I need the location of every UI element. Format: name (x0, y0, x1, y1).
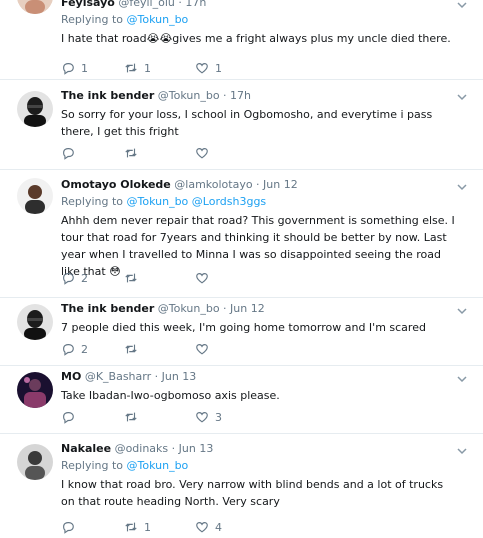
reply-button[interactable]: 2 (61, 270, 88, 286)
replying-to: Replying to @Tokun_bo @Lordsh3ggs (61, 195, 459, 209)
chevron-down-icon[interactable] (457, 374, 467, 384)
heart-icon (196, 522, 208, 533)
display-name[interactable]: Omotayo Olokede (61, 178, 171, 191)
heart-icon (196, 412, 208, 423)
replying-to: Replying to @Tokun_bo (61, 13, 459, 27)
retweet-count: 1 (144, 61, 151, 75)
replying-to-handle[interactable]: @Tokun_bo @Lordsh3ggs (127, 195, 267, 208)
display-name[interactable]: Nakalee (61, 442, 111, 455)
tweet[interactable]: Omotayo Olokede @lamkolotayo · Jun 12 Re… (0, 170, 483, 298)
tweet-header: Nakalee @odinaks · Jun 13 (61, 442, 459, 456)
display-name[interactable]: MO (61, 370, 81, 383)
tweet-header: MO @K_Basharr · Jun 13 (61, 370, 459, 384)
like-button[interactable]: 3 (195, 409, 222, 425)
replying-to-label: Replying to (61, 195, 124, 208)
retweet-icon (125, 344, 137, 354)
tweet[interactable]: Nakalee @odinaks · Jun 13 Replying to @T… (0, 434, 483, 538)
reply-icon (63, 273, 74, 285)
reply-count: 2 (81, 271, 88, 285)
tweet-text: Take Ibadan-Iwo-ogbomoso axis please. (61, 389, 280, 402)
like-count: 3 (215, 410, 222, 424)
replying-to-label: Replying to (61, 459, 124, 472)
tweet-text: I hate that road😭😭gives me a fright alwa… (61, 32, 451, 45)
handle-time: @odinaks · Jun 13 (114, 442, 214, 455)
reply-button[interactable]: 2 (61, 341, 88, 357)
avatar[interactable] (17, 0, 53, 14)
like-button[interactable] (195, 270, 215, 286)
retweet-button[interactable] (124, 409, 144, 425)
chevron-down-icon[interactable] (457, 0, 467, 10)
reply-button[interactable] (61, 519, 81, 535)
chevron-down-icon[interactable] (457, 92, 467, 102)
replying-to-handle[interactable]: @Tokun_bo (127, 13, 189, 26)
retweet-count: 1 (144, 520, 151, 534)
display-name[interactable]: The ink bender (61, 89, 154, 102)
heart-icon (196, 344, 208, 355)
retweet-button[interactable]: 1 (124, 519, 151, 535)
like-count: 1 (215, 61, 222, 75)
handle-time: @lamkolotayo · Jun 12 (174, 178, 298, 191)
like-button[interactable]: 4 (195, 519, 222, 535)
display-name[interactable]: The ink bender (61, 302, 154, 315)
avatar[interactable] (17, 304, 53, 340)
handle-time: @Tokun_bo · 17h (157, 89, 252, 102)
tweet[interactable]: The ink bender @Tokun_bo · Jun 12 7 peop… (0, 298, 483, 366)
retweet-button[interactable] (124, 270, 144, 286)
reply-count: 1 (81, 61, 88, 75)
reply-button[interactable]: 1 (61, 60, 88, 76)
chevron-down-icon[interactable] (457, 182, 467, 192)
avatar[interactable] (17, 91, 53, 127)
replying-to: Replying to @Tokun_bo (61, 459, 459, 473)
avatar[interactable] (17, 178, 53, 214)
retweet-icon (125, 273, 137, 283)
reply-icon (63, 412, 74, 424)
like-button[interactable]: 1 (195, 60, 222, 76)
retweet-icon (125, 412, 137, 422)
tweet-header: The ink bender @Tokun_bo · 17h (61, 89, 459, 103)
reply-icon (63, 522, 74, 534)
retweet-button[interactable]: 1 (124, 60, 151, 76)
tweet-text: So sorry for your loss, I school in Ogbo… (61, 108, 433, 138)
retweet-icon (125, 63, 137, 73)
tweet-text: I know that road bro. Very narrow with b… (61, 478, 444, 508)
handle-time: @feyii_olu · 17h (118, 0, 207, 9)
like-button[interactable] (195, 341, 215, 357)
handle-time: @K_Basharr · Jun 13 (84, 370, 197, 383)
heart-icon (196, 273, 208, 284)
like-count: 4 (215, 520, 222, 534)
retweet-button[interactable] (124, 145, 144, 161)
retweet-icon (125, 522, 137, 532)
replying-to-label: Replying to (61, 13, 124, 26)
heart-icon (196, 148, 208, 159)
tweet[interactable]: MO @K_Basharr · Jun 13 Take Ibadan-Iwo-o… (0, 366, 483, 434)
avatar[interactable] (17, 372, 53, 408)
reply-button[interactable] (61, 145, 81, 161)
reply-icon (63, 344, 74, 356)
tweet-header: The ink bender @Tokun_bo · Jun 12 (61, 302, 459, 316)
like-button[interactable] (195, 145, 215, 161)
tweet[interactable]: Feyisayo @feyii_olu · 17h Replying to @T… (0, 0, 483, 80)
tweet-header: Omotayo Olokede @lamkolotayo · Jun 12 (61, 178, 459, 192)
display-name[interactable]: Feyisayo (61, 0, 115, 9)
heart-icon (196, 63, 208, 74)
chevron-down-icon[interactable] (457, 446, 467, 456)
replying-to-handle[interactable]: @Tokun_bo (127, 459, 189, 472)
tweet-text: 7 people died this week, I'm going home … (61, 321, 426, 334)
reply-count: 2 (81, 342, 88, 356)
reply-button[interactable] (61, 409, 81, 425)
tweet[interactable]: The ink bender @Tokun_bo · 17h So sorry … (0, 80, 483, 170)
chevron-down-icon[interactable] (457, 306, 467, 316)
retweet-button[interactable] (124, 341, 144, 357)
tweet-header: Feyisayo @feyii_olu · 17h (61, 0, 459, 10)
handle-time: @Tokun_bo · Jun 12 (157, 302, 265, 315)
retweet-icon (125, 148, 137, 158)
reply-thread: Feyisayo @feyii_olu · 17h Replying to @T… (0, 0, 483, 538)
reply-icon (63, 63, 74, 75)
reply-icon (63, 148, 74, 160)
avatar[interactable] (17, 444, 53, 480)
